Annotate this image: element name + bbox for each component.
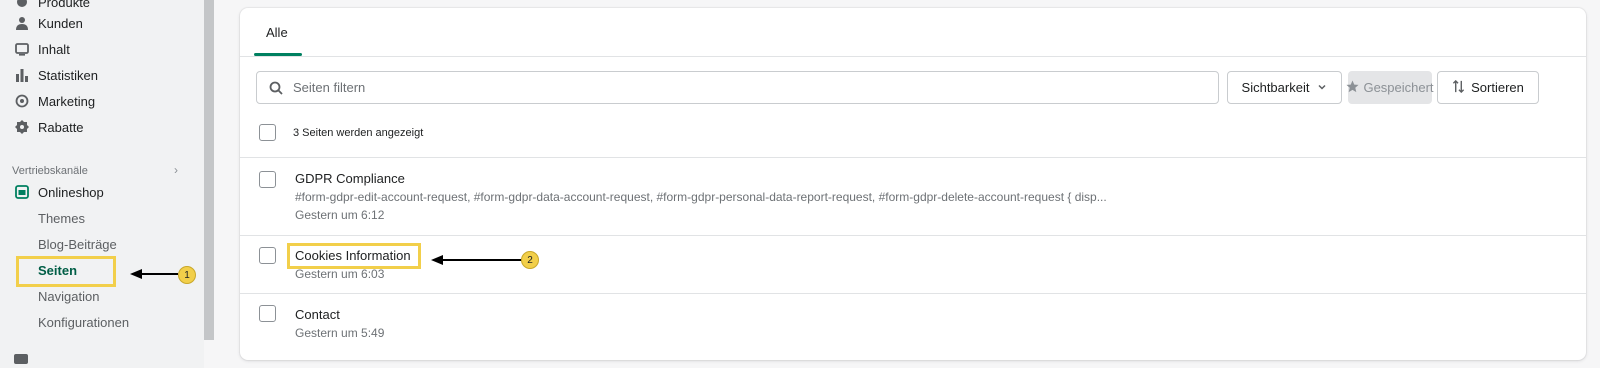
sidebar-item-onlineshop[interactable]: Onlineshop [14, 180, 104, 204]
sidebar-item-label: Kunden [38, 15, 83, 31]
sidebar-subitem-navigation[interactable]: Navigation [38, 289, 99, 304]
sidebar-subitem-blog[interactable]: Blog-Beiträge [38, 237, 117, 252]
sidebar-scrollbar[interactable] [204, 0, 214, 340]
sidebar-subitem-themes[interactable]: Themes [38, 211, 85, 226]
divider [240, 157, 1586, 158]
sidebar-item-label: Rabatte [38, 119, 84, 135]
divider [240, 235, 1586, 236]
section-title-sales-channels: Vertriebskanäle [12, 165, 88, 177]
highlight-box-seiten [16, 256, 116, 287]
bar-chart-icon [14, 67, 30, 83]
page-title-link[interactable]: GDPR Compliance [295, 171, 405, 186]
visibility-dropdown[interactable]: Sichtbarkeit [1227, 71, 1342, 104]
chevron-down-icon [1317, 80, 1327, 95]
annotation-arrow [441, 259, 523, 261]
sidebar-item-inhalt[interactable]: Inhalt [14, 37, 70, 61]
sort-icon [1452, 79, 1465, 96]
tab-alle[interactable]: Alle [252, 8, 302, 56]
content-icon [14, 41, 30, 57]
discount-icon [14, 119, 30, 135]
tag-icon [14, 0, 30, 10]
row-checkbox[interactable] [259, 247, 276, 264]
sidebar-subitem-konfigurationen[interactable]: Konfigurationen [38, 315, 129, 330]
sidebar-item-kunden[interactable]: Kunden [14, 11, 83, 35]
highlight-box-cookies [287, 243, 421, 269]
sidebar-item-label: Statistiken [38, 67, 98, 83]
annotation-badge: 2 [521, 251, 539, 269]
search-input[interactable]: Seiten filtern [256, 71, 1219, 104]
sort-label: Sortieren [1471, 80, 1524, 95]
search-placeholder: Seiten filtern [293, 80, 366, 95]
sidebar-item-label: Produkte [38, 0, 91, 10]
sidebar-item-rabatte[interactable]: Rabatte [14, 115, 84, 139]
page-updated: Gestern um 6:12 [295, 208, 385, 222]
sidebar-item-label: Onlineshop [38, 184, 104, 200]
pages-card: Alle Seiten filtern Sichtbarkeit Gespeic… [240, 8, 1586, 360]
sidebar-item-statistiken[interactable]: Statistiken [14, 63, 98, 87]
sidebar-item-label: Marketing [38, 93, 96, 109]
store-icon [14, 184, 30, 200]
saved-button[interactable]: Gespeichert [1346, 71, 1434, 104]
saved-label: Gespeichert [1363, 80, 1434, 95]
star-icon [1346, 79, 1359, 96]
result-count: 3 Seiten werden angezeigt [293, 127, 424, 139]
select-all-checkbox[interactable] [259, 124, 276, 141]
sort-button[interactable]: Sortieren [1437, 71, 1539, 104]
annotation-arrow [140, 273, 178, 275]
row-checkbox[interactable] [259, 305, 276, 322]
sidebar: Produkte Kunden Inhalt Statistiken Marke… [0, 0, 204, 368]
sidebar-item-marketing[interactable]: Marketing [14, 89, 95, 113]
person-icon [14, 15, 30, 31]
page-excerpt: #form-gdpr-edit-account-request, #form-g… [295, 190, 1107, 204]
divider [240, 56, 1586, 57]
app-icon [14, 354, 28, 364]
sidebar-item-label: Inhalt [38, 41, 70, 57]
target-icon [14, 93, 30, 109]
divider [240, 293, 1586, 294]
chevron-right-icon[interactable]: › [174, 163, 178, 177]
visibility-label: Sichtbarkeit [1241, 80, 1310, 95]
annotation-badge: 1 [178, 266, 196, 284]
page-updated: Gestern um 5:49 [295, 326, 385, 340]
search-icon [269, 81, 283, 95]
page-updated: Gestern um 6:03 [295, 267, 385, 281]
page-title-link[interactable]: Contact [295, 307, 340, 322]
row-checkbox[interactable] [259, 171, 276, 188]
